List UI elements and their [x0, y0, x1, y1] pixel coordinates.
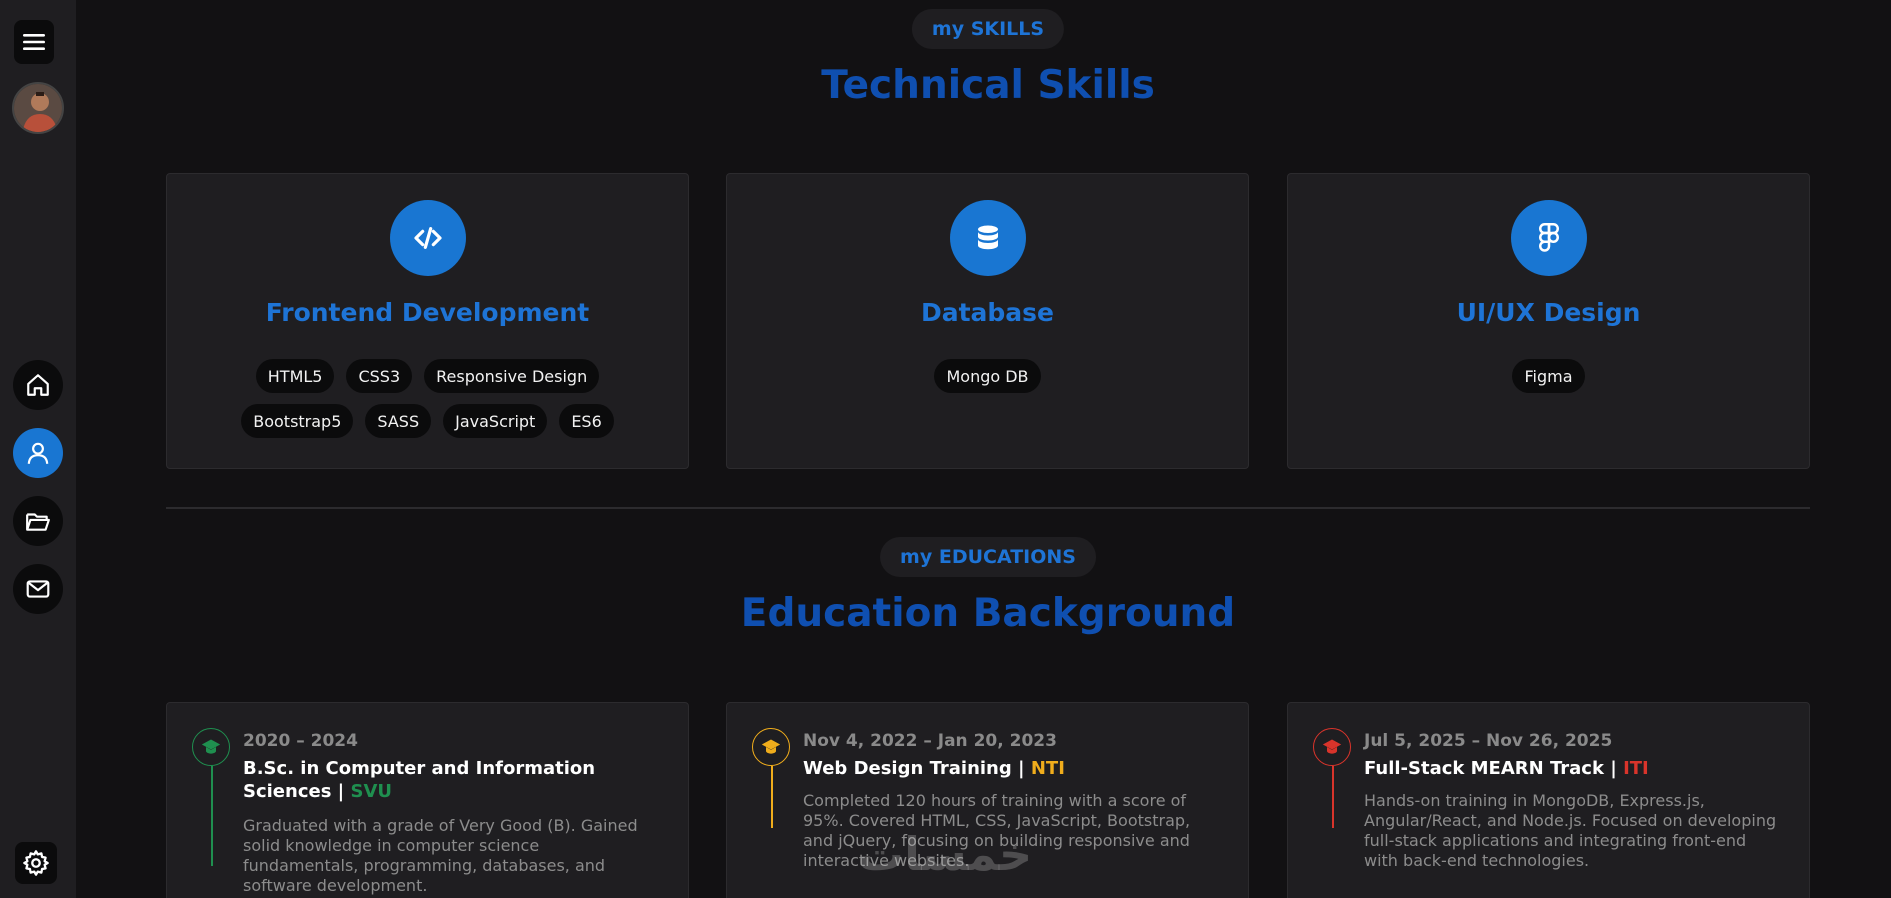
skill-card-database: Database Mongo DB — [726, 173, 1249, 469]
edu-title-text: Web Design Training | — [803, 758, 1031, 779]
nav-about-button[interactable] — [13, 428, 63, 478]
edu-icon-badge — [1313, 728, 1351, 766]
skill-tag: Figma — [1512, 359, 1585, 393]
skill-tag: CSS3 — [346, 359, 413, 393]
skill-tag: HTML5 — [255, 359, 335, 393]
settings-button[interactable] — [15, 842, 57, 884]
skill-tag: SASS — [365, 404, 432, 438]
skill-icon-badge — [1510, 200, 1587, 276]
avatar[interactable] — [12, 82, 64, 134]
edu-description: Hands-on training in MongoDB, Express.js… — [1364, 791, 1777, 870]
edu-date: Nov 4, 2022 – Jan 20, 2023 — [803, 731, 1057, 751]
edu-org: ITI — [1623, 758, 1649, 779]
watermark: خمسات — [857, 827, 1033, 881]
avatar-image — [14, 84, 62, 132]
graduation-cap-icon — [201, 739, 221, 754]
nav-contact-button[interactable] — [13, 564, 63, 614]
graduation-cap-icon — [1322, 739, 1342, 754]
edu-title-text: B.Sc. in Computer and Information Scienc… — [243, 758, 596, 802]
edu-title: Web Design Training | NTI — [803, 757, 1218, 780]
skill-tag: ES6 — [559, 404, 614, 438]
edu-org: NTI — [1030, 758, 1065, 779]
education-pill: my EDUCATIONS — [880, 537, 1096, 577]
hamburger-icon — [23, 34, 45, 50]
main-content: my SKILLS Technical Skills Frontend Deve… — [76, 0, 1891, 898]
menu-button[interactable] — [14, 20, 54, 64]
code-icon — [413, 227, 442, 249]
nav-home-button[interactable] — [13, 360, 63, 410]
edu-icon-badge — [752, 728, 790, 766]
edu-date: Jul 5, 2025 – Nov 26, 2025 — [1364, 731, 1613, 751]
skill-card-title: Frontend Development — [265, 298, 590, 327]
graduation-cap-icon — [761, 739, 781, 754]
skill-card-frontend: Frontend Development HTML5 CSS3 Responsi… — [166, 173, 689, 469]
edu-description: Graduated with a grade of Very Good (B).… — [243, 816, 638, 895]
skill-tag: JavaScript — [443, 404, 548, 438]
edu-title-text: Full-Stack MEARN Track | — [1364, 758, 1624, 779]
edu-icon-badge — [192, 728, 230, 766]
home-icon — [27, 374, 49, 396]
section-divider — [166, 507, 1810, 509]
nav-portfolio-button[interactable] — [13, 496, 63, 546]
folder-icon — [26, 513, 50, 531]
skill-tag: Mongo DB — [934, 359, 1041, 393]
skills-pill: my SKILLS — [911, 9, 1065, 49]
skill-card-uiux: UI/UX Design Figma — [1287, 173, 1810, 469]
skill-tags: HTML5 CSS3 Responsive Design Bootstrap5 … — [207, 359, 648, 438]
skills-section-title: Technical Skills — [821, 63, 1155, 108]
education-section-title: Education Background — [740, 591, 1236, 636]
mail-icon — [26, 580, 50, 598]
gear-icon — [23, 850, 49, 876]
skill-tags: Figma — [1328, 359, 1769, 393]
education-card-iti: Jul 5, 2025 – Nov 26, 2025 Full-Stack ME… — [1287, 702, 1810, 898]
skill-card-title: UI/UX Design — [1456, 298, 1641, 327]
skill-tags: Mongo DB — [767, 359, 1208, 393]
skill-tag: Responsive Design — [424, 359, 600, 393]
timeline-line — [1332, 766, 1334, 828]
timeline-line — [211, 766, 213, 866]
database-icon — [977, 225, 998, 250]
user-icon — [27, 442, 49, 464]
sidebar — [0, 0, 76, 898]
timeline-line — [771, 766, 773, 828]
edu-org: SVU — [350, 781, 393, 802]
figma-icon — [1538, 223, 1559, 252]
skill-card-title: Database — [920, 298, 1055, 327]
education-card-svu: 2020 – 2024 B.Sc. in Computer and Inform… — [166, 702, 689, 898]
edu-title: B.Sc. in Computer and Information Scienc… — [243, 757, 658, 803]
skill-icon-badge — [949, 200, 1026, 276]
edu-title: Full-Stack MEARN Track | ITI — [1364, 757, 1779, 780]
skill-tag: Bootstrap5 — [241, 404, 354, 438]
edu-date: 2020 – 2024 — [243, 731, 358, 751]
skill-icon-badge — [389, 200, 466, 276]
